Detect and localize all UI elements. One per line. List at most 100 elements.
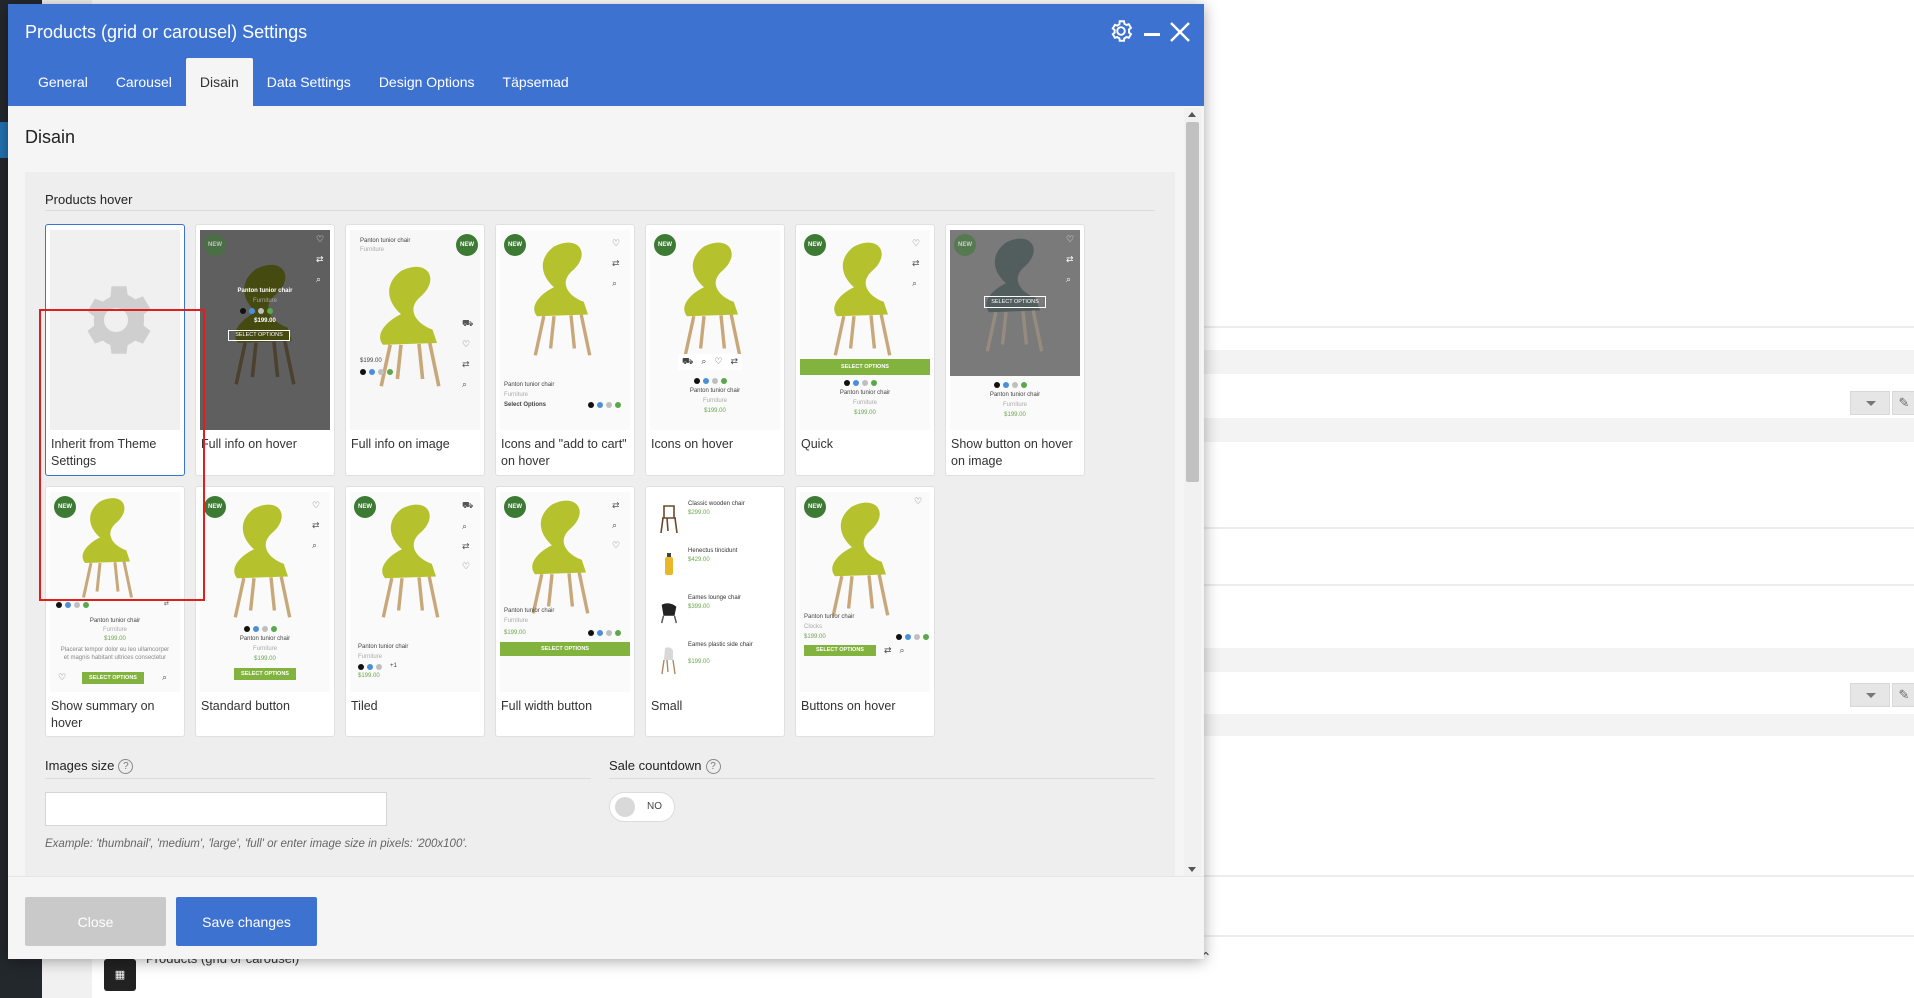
editor-dropdown-button[interactable] xyxy=(1850,391,1890,415)
search-icon[interactable]: ⌕ xyxy=(312,540,320,551)
tab-data-settings[interactable]: Data Settings xyxy=(253,58,365,106)
search-icon[interactable]: ⌕ xyxy=(612,278,620,289)
shuffle-icon[interactable]: ⇄ xyxy=(612,258,620,269)
gear-icon[interactable] xyxy=(1108,18,1134,44)
search-icon[interactable]: ⌕ xyxy=(900,645,905,656)
toggle-knob xyxy=(615,797,635,817)
images-size-input[interactable] xyxy=(45,792,387,826)
help-icon[interactable]: ? xyxy=(118,759,134,774)
pencil-icon[interactable]: ✎ xyxy=(1892,683,1914,707)
heart-icon[interactable]: ♡ xyxy=(312,500,320,511)
hover-option-inherit[interactable]: Inherit from Theme Settings xyxy=(45,224,185,476)
modal-scrollbar[interactable] xyxy=(1184,108,1201,876)
product-name: Panton tunior chair xyxy=(839,390,891,396)
admin-sidebar-active-marker xyxy=(0,122,8,158)
element-thumbnail-icon: ▦ xyxy=(104,959,136,991)
close-icon[interactable] xyxy=(1168,20,1192,44)
product-price: $199.00 xyxy=(254,656,276,662)
option-preview: NEW ♡ ⇄ ⌕ Panton tunior chair Furniture Se… xyxy=(500,230,630,430)
hover-option-tiled[interactable]: NEW ⛟ ⌕ ⇄ ♡ Panton tunior chair Furniture +… xyxy=(345,486,485,737)
tab-disain[interactable]: Disain xyxy=(185,58,253,106)
product-name: Panton tunior chair xyxy=(89,618,141,624)
product-name: Panton tunior chair xyxy=(360,238,411,244)
help-icon[interactable]: ? xyxy=(705,759,721,774)
hover-option-full-info-on-hover[interactable]: NEW ♡ ⇄ ⌕ Panton tunior chair Furniture $1… xyxy=(195,224,335,476)
product-name: Panton tunior chair xyxy=(804,614,855,620)
option-label: Show button on hover on image xyxy=(951,437,1073,468)
search-icon[interactable]: ⌕ xyxy=(162,672,167,683)
heart-icon[interactable]: ♡ xyxy=(58,672,66,683)
product-price: $199.00 xyxy=(104,636,126,642)
heart-icon[interactable]: ♡ xyxy=(612,238,620,249)
hover-option-full-info-on-image[interactable]: Panton tunior chair Furniture NEW ⛟ ♡ ⇄ ⌕ $… xyxy=(345,224,485,476)
shuffle-icon[interactable]: ⇄ xyxy=(164,600,169,607)
shuffle-icon[interactable]: ⇄ xyxy=(462,359,473,370)
hover-option-show-button-on-image[interactable]: NEW ♡ ⇄ ⌕ SELECT OPTIONS Panton tunior cha… xyxy=(945,224,1085,476)
search-icon[interactable]: ⌕ xyxy=(462,521,473,532)
option-preview: Panton tunior chair Furniture NEW ⛟ ♡ ⇄ ⌕ $… xyxy=(350,230,480,430)
search-icon[interactable]: ⌕ xyxy=(316,274,324,285)
modal-title: Products (grid or carousel) Settings xyxy=(25,22,308,42)
shuffle-icon[interactable]: ⇄ xyxy=(884,645,892,656)
pencil-icon[interactable]: ✎ xyxy=(1892,391,1914,415)
hover-option-show-summary[interactable]: NEW ⇄ Panton tunior chair Furniture $199… xyxy=(45,486,185,737)
editor-dropdown-button[interactable] xyxy=(1850,683,1890,707)
save-changes-button[interactable]: Save changes xyxy=(176,897,317,946)
color-swatches xyxy=(588,402,621,408)
search-icon[interactable]: ⌕ xyxy=(612,520,620,531)
shuffle-icon[interactable]: ⇄ xyxy=(462,541,473,552)
new-badge: NEW xyxy=(456,234,478,256)
tab-general[interactable]: General xyxy=(24,58,102,106)
heart-icon[interactable]: ♡ xyxy=(1066,234,1074,245)
cart-icon[interactable]: ⛟ xyxy=(462,318,473,330)
search-icon[interactable]: ⌕ xyxy=(1066,274,1074,285)
shuffle-icon[interactable]: ⇄ xyxy=(612,500,620,511)
scrollbar-thumb[interactable] xyxy=(1186,122,1199,482)
heart-icon[interactable]: ♡ xyxy=(612,540,620,551)
scroll-down-arrow-icon[interactable] xyxy=(1188,867,1196,872)
shuffle-icon[interactable]: ⇄ xyxy=(1066,254,1074,265)
heart-icon[interactable]: ♡ xyxy=(462,339,473,350)
option-label: Tiled xyxy=(351,699,378,713)
editor-row xyxy=(1204,418,1914,442)
cart-icon[interactable]: ⛟ xyxy=(462,500,473,512)
heart-icon[interactable]: ♡ xyxy=(714,356,722,368)
heart-icon[interactable]: ♡ xyxy=(912,238,920,249)
minimize-icon[interactable] xyxy=(1144,33,1160,36)
hover-option-buttons-on-hover[interactable]: NEW ♡ Panton tunior chair Clocks $199.00… xyxy=(795,486,935,737)
cart-icon[interactable]: ⛟ xyxy=(682,356,693,368)
search-icon[interactable]: ⌕ xyxy=(912,278,920,289)
shuffle-icon[interactable]: ⇄ xyxy=(316,254,324,265)
icon-column: ♡ ⇄ ⌕ xyxy=(312,500,320,551)
hover-option-quick[interactable]: NEW ♡ ⇄ ⌕ SELECT OPTIONS Panton tunior cha… xyxy=(795,224,935,476)
close-button[interactable]: Close xyxy=(25,897,166,946)
scroll-up-arrow-icon[interactable] xyxy=(1188,112,1196,117)
sale-countdown-toggle[interactable]: NO xyxy=(609,792,675,822)
product-price: $399.00 xyxy=(688,604,710,610)
product-price: $199.00 xyxy=(254,318,276,324)
heart-icon[interactable]: ♡ xyxy=(316,234,324,245)
option-label: Inherit from Theme Settings xyxy=(51,437,157,468)
tab-tapsemad[interactable]: Täpsemad xyxy=(489,58,583,106)
product-category: Furniture xyxy=(252,646,277,652)
option-label: Icons on hover xyxy=(651,437,733,451)
small-product-list: Classic wooden chair $299.00 Henectus ti… xyxy=(658,500,776,688)
shuffle-icon[interactable]: ⇄ xyxy=(730,356,738,368)
search-icon[interactable]: ⌕ xyxy=(462,379,473,390)
tab-design-options[interactable]: Design Options xyxy=(365,58,489,106)
tab-carousel[interactable]: Carousel xyxy=(102,58,186,106)
hover-option-full-width-button[interactable]: NEW ⇄ ⌕ ♡ Panton tunior chair Furniture $1… xyxy=(495,486,635,737)
search-icon[interactable]: ⌕ xyxy=(701,356,706,368)
product-category: Furniture xyxy=(360,247,385,253)
hover-option-standard-button[interactable]: NEW ♡ ⇄ ⌕ Panton tunior chair Furniture $1… xyxy=(195,486,335,737)
color-swatches xyxy=(588,630,621,636)
hover-option-icons-on-hover[interactable]: NEW ⛟ ⌕ ♡ ⇄ Panton tunior chair Furniture $… xyxy=(645,224,785,476)
more-colors-count: +1 xyxy=(390,663,397,669)
heart-icon[interactable]: ♡ xyxy=(914,496,922,507)
hover-option-icons-add-to-cart[interactable]: NEW ♡ ⇄ ⌕ Panton tunior chair Furniture Se… xyxy=(495,224,635,476)
heart-icon[interactable]: ♡ xyxy=(462,561,473,572)
shuffle-icon[interactable]: ⇄ xyxy=(912,258,920,269)
color-swatches xyxy=(240,308,273,314)
shuffle-icon[interactable]: ⇄ xyxy=(312,520,320,531)
hover-option-small[interactable]: Classic wooden chair $299.00 Henectus ti… xyxy=(645,486,785,737)
